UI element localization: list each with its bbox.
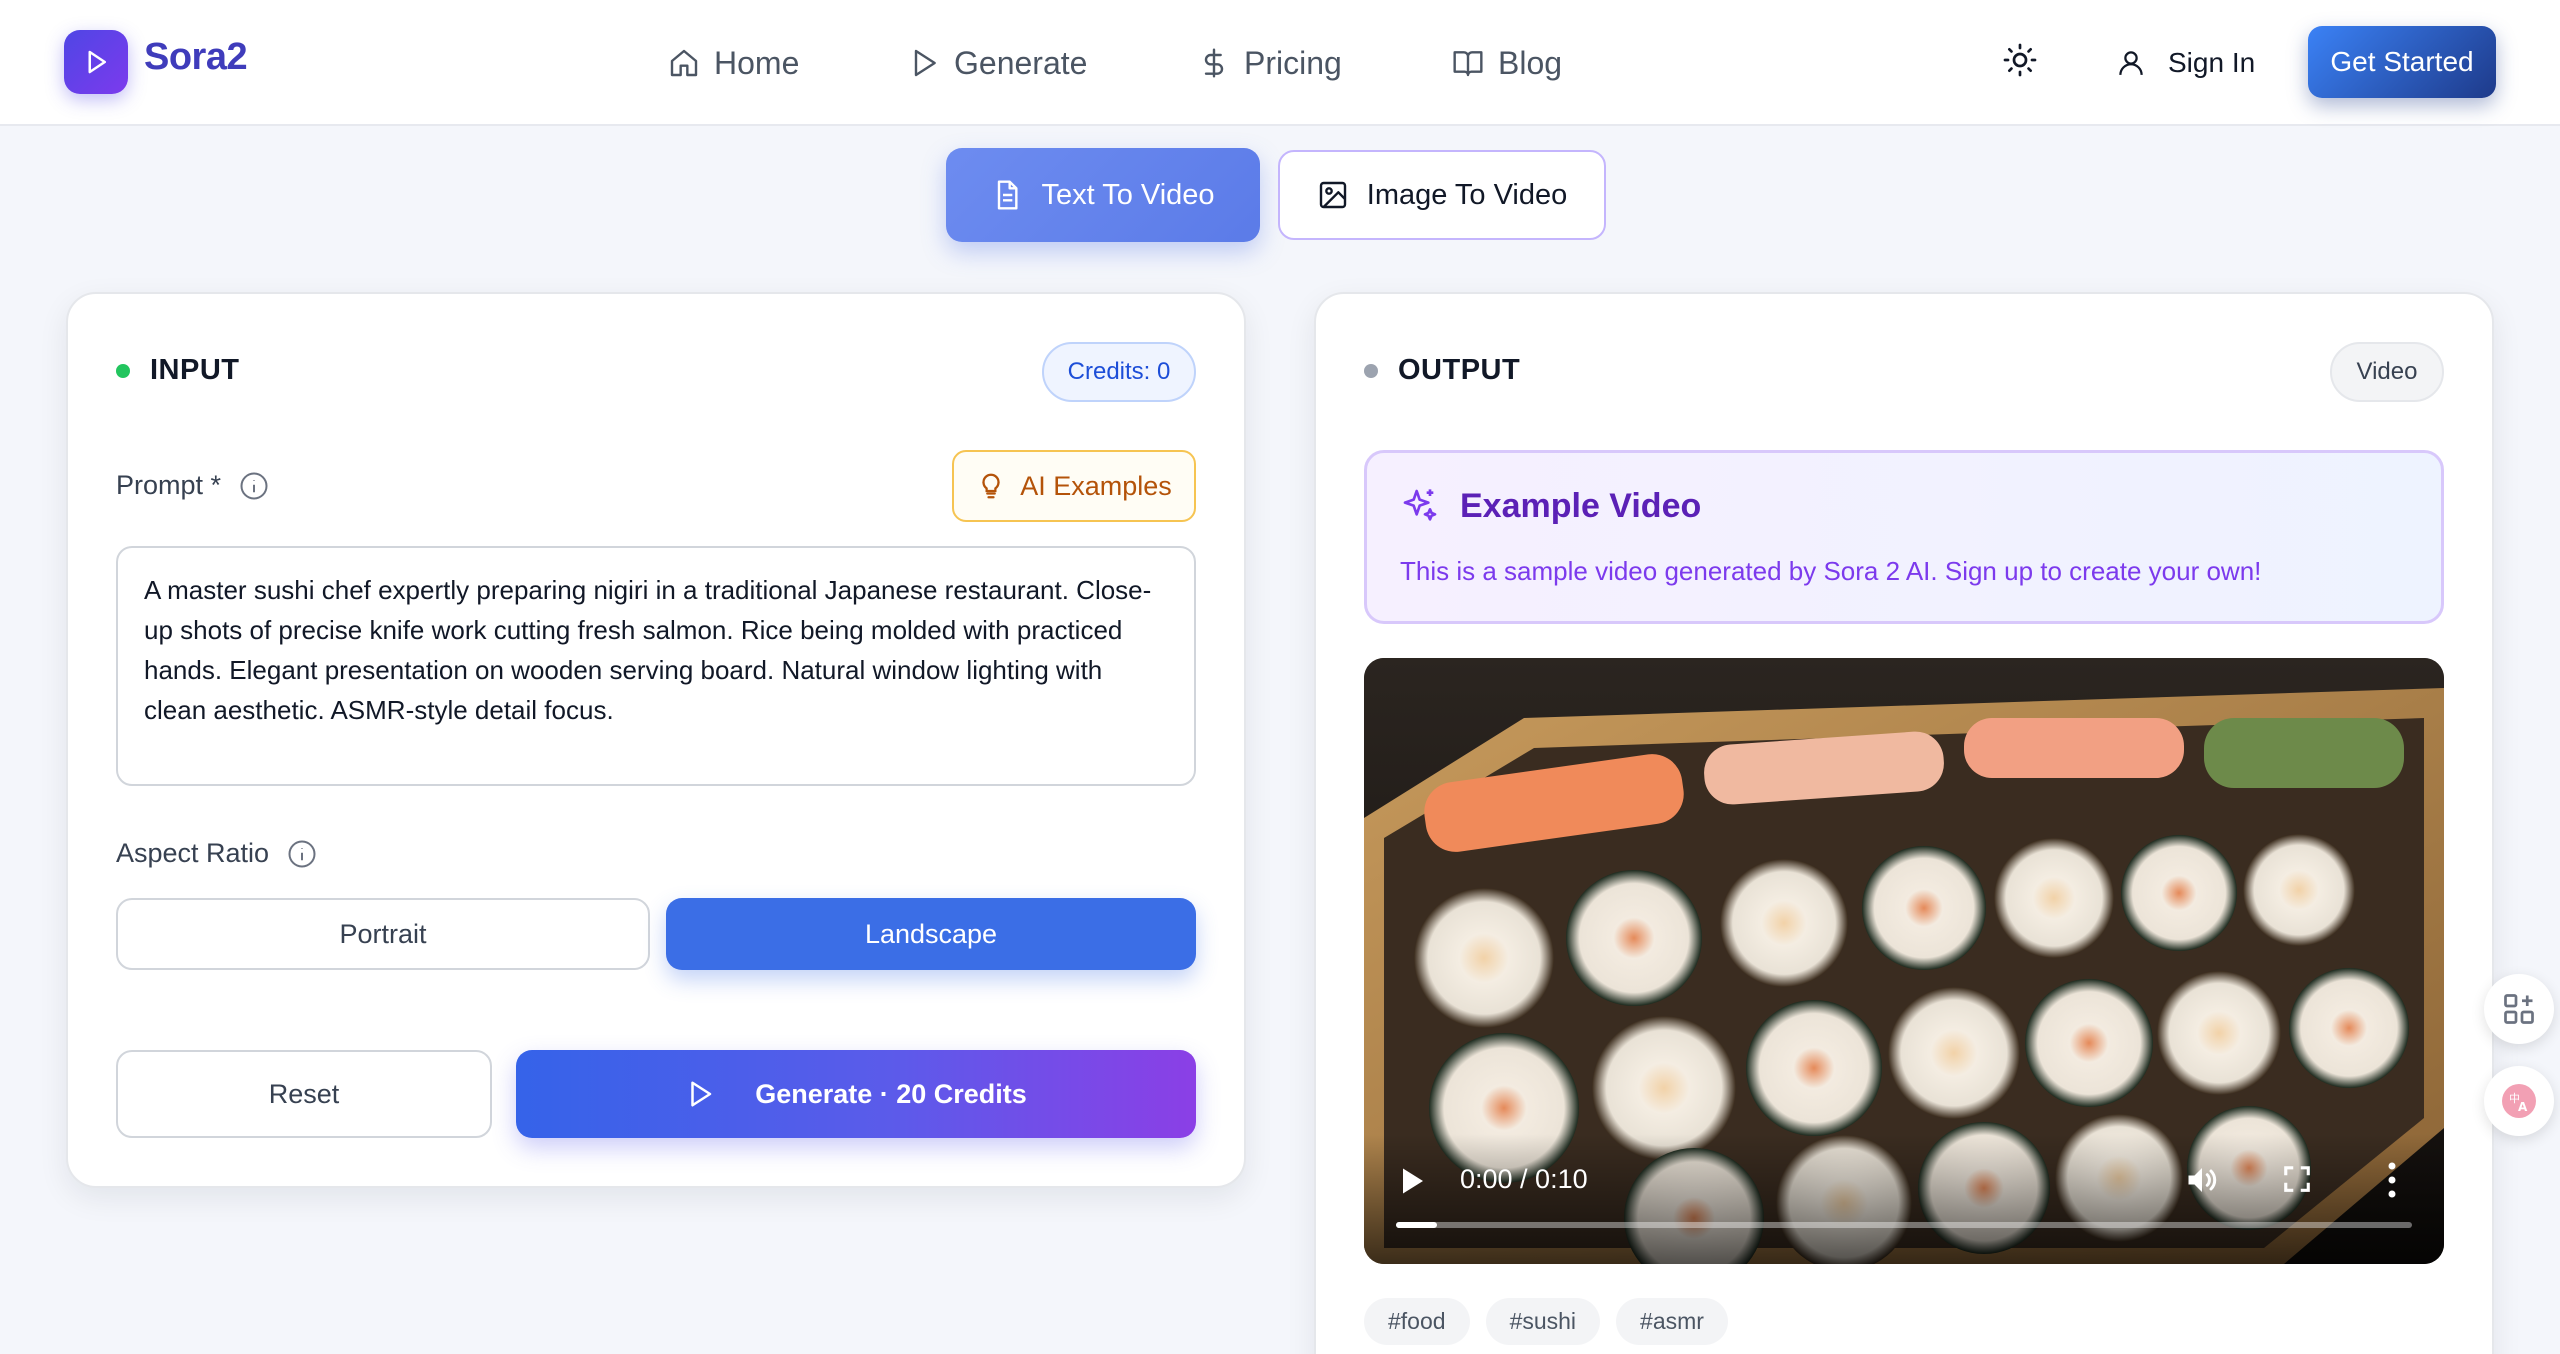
user-icon: [2119, 51, 2143, 75]
translate-icon: 中 A: [2502, 1084, 2536, 1118]
video-progress-fill: [1396, 1222, 1437, 1228]
nav-blog[interactable]: Blog: [1452, 38, 1562, 88]
svg-text:A: A: [2518, 1100, 2528, 1114]
info-icon[interactable]: [239, 471, 269, 501]
portrait-option[interactable]: Portrait: [116, 898, 650, 970]
video-time: 0:00 / 0:10: [1460, 1164, 1588, 1194]
example-subtitle: This is a sample video generated by Sora…: [1400, 556, 2262, 586]
sign-in-label: Sign In: [2168, 47, 2256, 78]
info-icon[interactable]: [287, 839, 317, 869]
nav-pricing[interactable]: Pricing: [1198, 38, 1342, 88]
nav-generate[interactable]: Generate: [908, 38, 1087, 88]
generate-label: Generate · 20 Credits: [755, 1078, 1027, 1109]
reset-button[interactable]: Reset: [116, 1050, 492, 1138]
prompt-label-row: Prompt *: [116, 470, 269, 501]
sun-icon[interactable]: [2002, 42, 2038, 78]
fullscreen-icon[interactable]: [2282, 1164, 2312, 1194]
status-dot: [116, 363, 130, 378]
tab-image-to-video-label: Image To Video: [1366, 178, 1568, 211]
play-icon: [914, 49, 936, 77]
nav-pricing-label: Pricing: [1244, 44, 1342, 81]
grid-plus-icon: [2504, 994, 2534, 1024]
home-icon: [670, 49, 698, 77]
ai-examples-label: AI Examples: [1020, 470, 1172, 501]
input-title: INPUT: [150, 354, 240, 386]
book-icon: [1453, 51, 1483, 77]
tab-text-to-video[interactable]: Text To Video: [946, 148, 1260, 242]
prompt-label: Prompt *: [116, 470, 222, 500]
tag-asmr[interactable]: #asmr: [1616, 1298, 1728, 1345]
logo-icon[interactable]: [64, 30, 128, 94]
lightbulb-icon: [982, 473, 1000, 499]
sign-in-link[interactable]: Sign In: [2116, 38, 2255, 88]
tag-list: #food #sushi #asmr: [1364, 1298, 1728, 1345]
ai-examples-button[interactable]: AI Examples: [952, 450, 1196, 522]
top-navbar: Sora2 Home Generate Pricing Blog Sign In…: [0, 0, 2560, 126]
generate-button[interactable]: Generate · 20 Credits: [516, 1050, 1196, 1138]
tab-text-to-video-label: Text To Video: [1041, 178, 1215, 211]
apps-float-button[interactable]: [2484, 974, 2554, 1044]
volume-icon[interactable]: [2184, 1162, 2220, 1198]
aspect-label-row: Aspect Ratio: [116, 838, 317, 869]
nav-blog-label: Blog: [1498, 44, 1563, 81]
play-icon[interactable]: [1400, 1166, 1426, 1196]
tag-food[interactable]: #food: [1364, 1298, 1470, 1345]
credits-badge: Credits: 0: [1042, 342, 1196, 402]
nav-home-label: Home: [714, 44, 800, 81]
example-title-row: Example Video: [1400, 486, 1701, 526]
nav-home[interactable]: Home: [668, 38, 799, 88]
video-progress-track[interactable]: [1396, 1222, 2412, 1228]
play-icon: [691, 1081, 712, 1107]
sparkles-icon: [1403, 489, 1437, 521]
get-started-button[interactable]: Get Started: [2308, 26, 2496, 98]
brand-name[interactable]: Sora2: [144, 36, 248, 79]
video-controls: 0:00 / 0:10: [1364, 1134, 2444, 1264]
example-title: Example Video: [1460, 486, 1702, 525]
aspect-ratio-label: Aspect Ratio: [116, 838, 270, 868]
prompt-input[interactable]: A master sushi chef expertly preparing n…: [116, 546, 1196, 786]
dollar-icon: [1204, 48, 1224, 78]
output-section-title: OUTPUT: [1364, 354, 1520, 387]
document-icon: [998, 180, 1019, 210]
more-options-icon[interactable]: [2388, 1160, 2396, 1200]
video-badge: Video: [2330, 342, 2444, 402]
output-title: OUTPUT: [1398, 354, 1521, 386]
image-icon: [1319, 181, 1346, 209]
video-player[interactable]: 0:00 / 0:10: [1364, 658, 2444, 1264]
nav-generate-label: Generate: [954, 44, 1088, 81]
tag-sushi[interactable]: #sushi: [1485, 1298, 1601, 1345]
landscape-option[interactable]: Landscape: [666, 898, 1196, 970]
input-section-title: INPUT: [116, 354, 240, 387]
status-dot: [1364, 363, 1378, 378]
translate-float-button[interactable]: 中 A: [2484, 1066, 2554, 1136]
example-video-banner: [1364, 450, 2444, 624]
tab-image-to-video[interactable]: Image To Video: [1278, 150, 1606, 240]
